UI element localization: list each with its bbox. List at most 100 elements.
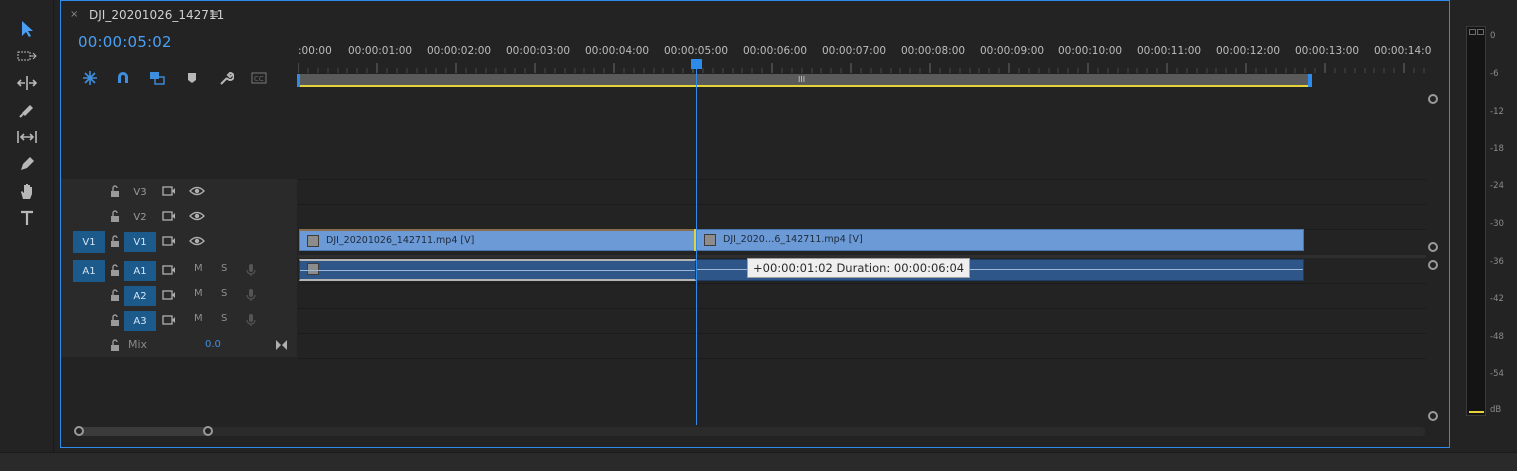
ruler-label: :00:00 [298,45,332,57]
track-name-v3[interactable]: V3 [124,182,156,202]
lock-icon[interactable] [109,289,121,302]
captions-icon[interactable]: CC [250,69,268,87]
sync-lock-icon[interactable] [162,314,176,326]
mute-button[interactable]: M [194,288,203,299]
insert-sequence-as-nest-icon[interactable] [81,69,99,87]
track-name-a3[interactable]: A3 [124,311,156,331]
clip-name: DJI_2020…6_142711.mp4 [V] [723,234,863,245]
meter-label: -36 [1490,257,1504,267]
track-name-a2[interactable]: A2 [124,286,156,306]
solo-button[interactable]: S [221,313,227,324]
audio-meter [1466,26,1486,416]
source-patch-a1[interactable]: A1 [73,260,105,282]
meter-label: 0 [1490,31,1496,41]
type-tool-icon[interactable] [13,207,41,229]
mix-volume-value[interactable]: 0.0 [205,339,221,350]
sync-lock-icon[interactable] [162,264,176,276]
eye-icon[interactable] [189,185,205,197]
horizontal-zoom-scrollbar[interactable] [74,426,1425,436]
vscroll-mid-knob[interactable] [1428,242,1438,252]
meter-label: -12 [1490,107,1504,117]
voice-over-mic-icon[interactable] [246,288,256,302]
work-area-grip[interactable]: III [798,75,805,84]
track-area[interactable]: DJI_20201026_142711.mp4 [V] DJI_2020…6_1… [298,89,1438,425]
track-name-a1[interactable]: A1 [124,261,156,281]
mute-button[interactable]: M [194,263,203,274]
track-name-v2[interactable]: V2 [124,207,156,227]
meter-label: -54 [1490,369,1504,379]
solo-button[interactable]: S [221,288,227,299]
zoom-right-knob[interactable] [203,426,213,436]
sync-lock-icon[interactable] [162,289,176,301]
lock-icon[interactable] [109,264,121,277]
ruler-label: 00:00:09:00 [980,45,1045,57]
meter-peak-left[interactable] [1469,29,1476,35]
linked-selection-icon[interactable] [148,69,166,87]
slip-tool-icon[interactable] [13,126,41,148]
playhead-line[interactable] [696,59,697,425]
sequence-tab-title[interactable]: DJI_20201026_142711 [89,8,224,22]
lock-icon[interactable] [109,235,121,248]
track-header-a1: A1 A1 M S [61,258,297,283]
voice-over-mic-icon[interactable] [246,313,256,327]
track-divider [298,333,1426,334]
track-divider [298,204,1426,205]
ruler-label: 00:00:13:00 [1295,45,1360,57]
track-header-v1: V1 V1 [61,229,297,254]
track-select-tool-icon[interactable] [13,45,41,67]
zoom-left-knob[interactable] [74,426,84,436]
panel-menu-icon[interactable]: ≡ [209,7,219,21]
video-clip[interactable]: DJI_20201026_142711.mp4 [V] [299,229,696,251]
sync-lock-icon[interactable] [162,210,176,222]
track-divider [298,283,1426,284]
add-marker-icon[interactable] [183,69,201,87]
meter-label: -18 [1490,144,1504,154]
timeline-settings-wrench-icon[interactable] [217,69,235,87]
ruler-label: 00:00:01:00 [348,45,413,57]
track-divider [298,358,1426,359]
audio-clip[interactable] [299,259,696,281]
meter-label: -48 [1490,332,1504,342]
voice-over-mic-icon[interactable] [246,263,256,277]
vscroll-top-knob[interactable] [1428,94,1438,104]
meter-peak-right[interactable] [1477,29,1484,35]
work-area-start-handle[interactable] [297,74,300,87]
lock-icon[interactable] [109,339,121,352]
ripple-edit-tool-icon[interactable] [13,72,41,94]
sync-lock-icon[interactable] [162,185,176,197]
playhead-timecode[interactable]: 00:00:05:02 [78,33,172,51]
waveform-line [300,270,695,271]
scrollbar-thumb[interactable] [77,427,209,436]
meter-level-bar [1469,411,1484,413]
fx-badge-icon [704,234,716,246]
ruler-label: 00:00:12:00 [1216,45,1281,57]
hand-tool-icon[interactable] [13,180,41,202]
lock-icon[interactable] [109,210,121,223]
selection-tool-icon[interactable] [13,18,41,40]
razor-tool-icon[interactable] [13,99,41,121]
snap-magnet-icon[interactable] [114,69,132,87]
work-area-bar[interactable]: III [297,74,1312,87]
track-name-v1[interactable]: V1 [124,232,156,252]
tools-panel [0,0,54,452]
source-patch-v1[interactable]: V1 [73,231,105,253]
eye-icon[interactable] [189,210,205,222]
lock-icon[interactable] [109,314,121,327]
pen-tool-icon[interactable] [13,153,41,175]
sync-lock-icon[interactable] [162,235,176,247]
ruler-label: 00:00:05:00 [664,45,729,57]
vscroll-audio-knob[interactable] [1428,260,1438,270]
video-clip[interactable]: DJI_2020…6_142711.mp4 [V] [696,229,1304,251]
solo-button[interactable]: S [221,263,227,274]
vscroll-bottom-knob[interactable] [1428,411,1438,421]
go-to-track-end-icon[interactable] [275,339,288,351]
eye-icon[interactable] [189,235,205,247]
track-header-a3: A3 M S [61,308,297,333]
lock-icon[interactable] [109,185,121,198]
time-ruler[interactable]: :00:00 00:00:01:00 00:00:02:00 00:00:03:… [297,41,1431,89]
track-divider [298,308,1426,309]
mute-button[interactable]: M [194,313,203,324]
work-area-end-handle[interactable] [1308,74,1312,87]
close-tab-icon[interactable]: × [70,9,78,20]
ruler-label: 00:00:03:00 [506,45,571,57]
